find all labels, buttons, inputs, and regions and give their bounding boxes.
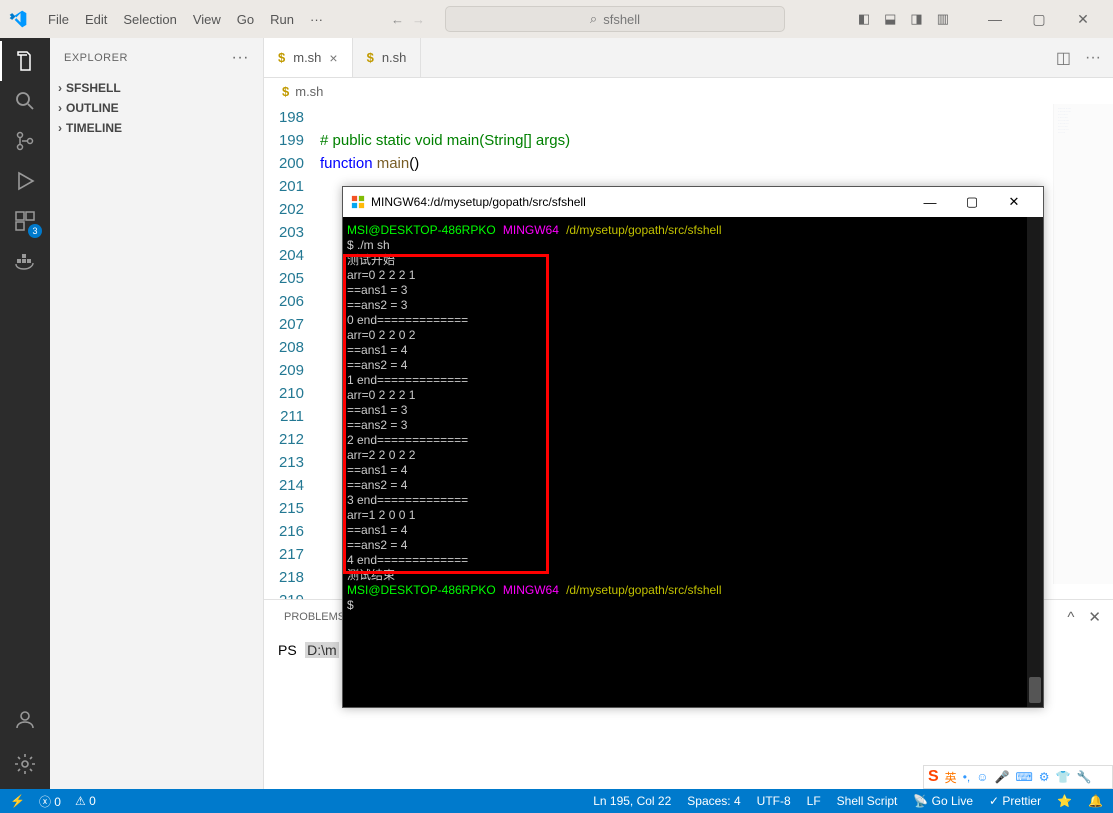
activity-debug-icon[interactable] [10,166,40,196]
split-editor-icon[interactable]: ◫ [1056,48,1071,68]
terminal-titlebar[interactable]: MINGW64:/d/mysetup/gopath/src/sfshell — … [343,187,1043,217]
sogou-ime-bar[interactable]: S 英 •, ☺ 🎤 ⌨ ⚙ 👕 🔧 [923,765,1113,789]
activity-docker-icon[interactable] [10,246,40,276]
chevron-right-icon: › [58,121,62,135]
menu-run[interactable]: Run [262,8,302,31]
explorer-sidebar: EXPLORER ··· ›SFSHELL ›OUTLINE ›TIMELINE [50,38,264,789]
shell-file-icon: $ [367,50,374,65]
tab-close-icon[interactable]: × [329,50,337,66]
window-maximize-icon[interactable]: ▢ [1017,4,1061,34]
line-gutter: 1981992002012022032042052062072082092102… [264,104,320,599]
vscode-logo-icon [8,9,28,29]
menu-more[interactable]: ··· [302,8,331,31]
tab-m-sh[interactable]: $ m.sh × [264,38,353,77]
status-remote-icon[interactable]: ⚡ [10,794,25,808]
scrollbar-thumb[interactable] [1029,677,1041,703]
ime-skin-icon[interactable]: 👕 [1056,770,1071,784]
status-eol[interactable]: LF [807,794,821,808]
menu-file[interactable]: File [40,8,77,31]
chevron-right-icon: › [58,101,62,115]
nav-arrows: ← → [391,12,425,27]
status-cursor-pos[interactable]: Ln 195, Col 22 [593,794,671,808]
ps-path: D:\m [305,642,339,658]
status-feedback-icon[interactable]: ⭐ [1057,794,1072,808]
terminal-title: MINGW64:/d/mysetup/gopath/src/sfshell [371,195,586,209]
ime-punct-icon[interactable]: •, [963,770,971,784]
terminal-close-icon[interactable]: ✕ [993,188,1035,216]
menu-selection[interactable]: Selection [115,8,184,31]
status-bell-icon[interactable]: 🔔 [1088,794,1103,808]
tab-label: m.sh [293,50,321,65]
explorer-title: EXPLORER [64,52,128,64]
layout-bottom-icon[interactable]: ⬓ [884,11,896,27]
activity-bar: 3 [0,38,50,789]
sidebar-section-outline[interactable]: ›OUTLINE [50,98,263,118]
ime-tools-icon[interactable]: 🔧 [1077,770,1092,784]
editor-more-icon[interactable]: ··· [1085,49,1101,67]
terminal-body[interactable]: MSI@DESKTOP-486RPKO MINGW64 /d/mysetup/g… [343,217,1043,707]
activity-search-icon[interactable] [10,86,40,116]
status-spaces[interactable]: Spaces: 4 [687,794,740,808]
window-minimize-icon[interactable]: — [973,4,1017,34]
ime-emoji-icon[interactable]: ☺ [976,770,988,784]
sogou-logo-icon: S [928,768,939,786]
ps-prompt: PS [278,642,297,658]
titlebar: File Edit Selection View Go Run ··· ← → … [0,0,1113,38]
menu-go[interactable]: Go [229,8,262,31]
status-warnings[interactable]: ⚠ 0 [75,794,96,808]
status-golive[interactable]: 📡 Go Live [913,794,973,808]
layout-controls: ◧ ⬓ ◨ ▥ — ▢ ✕ [858,4,1105,34]
ime-mode[interactable]: 英 [945,769,957,786]
panel-close-icon[interactable]: ✕ [1088,608,1101,626]
command-center[interactable]: ⌕ sfshell [445,6,785,32]
sidebar-section-timeline[interactable]: ›TIMELINE [50,118,263,138]
tab-n-sh[interactable]: $ n.sh [353,38,422,77]
menu-view[interactable]: View [185,8,229,31]
terminal-maximize-icon[interactable]: ▢ [951,188,993,216]
tab-label: n.sh [382,50,407,65]
status-language[interactable]: Shell Script [837,794,898,808]
breadcrumb-label: m.sh [295,84,323,99]
menu-edit[interactable]: Edit [77,8,115,31]
explorer-header: EXPLORER ··· [50,38,263,78]
layout-custom-icon[interactable]: ▥ [937,11,949,27]
search-text: sfshell [603,12,640,27]
nav-forward-icon[interactable]: → [412,12,425,27]
sidebar-section-sfshell[interactable]: ›SFSHELL [50,78,263,98]
tabs-row: $ m.sh × $ n.sh ◫ ··· [264,38,1113,78]
status-prettier[interactable]: ✓ Prettier [989,794,1041,808]
shell-file-icon: $ [278,50,285,65]
chevron-right-icon: › [58,81,62,95]
explorer-more-icon[interactable]: ··· [232,49,249,67]
ime-keyboard-icon[interactable]: ⌨ [1015,770,1032,784]
activity-account-icon[interactable] [10,705,40,735]
status-bar: ⚡ ⓧ 0 ⚠ 0 Ln 195, Col 22 Spaces: 4 UTF-8… [0,789,1113,813]
activity-explorer-icon[interactable] [10,46,40,76]
breadcrumb[interactable]: $ m.sh [264,78,1113,104]
terminal-output: 测试开始 arr=0 2 2 2 1 ==ans1 = 3 ==ans2 = 3… [347,253,468,582]
terminal-minimize-icon[interactable]: — [909,188,951,216]
extensions-badge: 3 [28,224,42,238]
mingw-logo-icon [351,195,365,209]
search-icon: ⌕ [590,11,597,27]
status-encoding[interactable]: UTF-8 [757,794,791,808]
layout-left-icon[interactable]: ◧ [858,11,870,27]
panel-maximize-icon[interactable]: ^ [1067,609,1074,626]
status-errors[interactable]: ⓧ 0 [39,793,61,810]
activity-settings-icon[interactable] [10,749,40,779]
activity-scm-icon[interactable] [10,126,40,156]
minimap[interactable]: ······ ···· ·· ······· ··· ···· ·· ·····… [1053,104,1113,584]
ime-voice-icon[interactable]: 🎤 [995,770,1010,784]
ime-settings-icon[interactable]: ⚙ [1039,770,1050,784]
activity-extensions-icon[interactable]: 3 [10,206,40,236]
nav-back-icon[interactable]: ← [391,12,404,27]
window-close-icon[interactable]: ✕ [1061,4,1105,34]
mingw-terminal-window: MINGW64:/d/mysetup/gopath/src/sfshell — … [342,186,1044,708]
shell-file-icon: $ [282,84,289,99]
layout-right-icon[interactable]: ◨ [910,11,922,27]
terminal-scrollbar[interactable] [1027,217,1043,707]
